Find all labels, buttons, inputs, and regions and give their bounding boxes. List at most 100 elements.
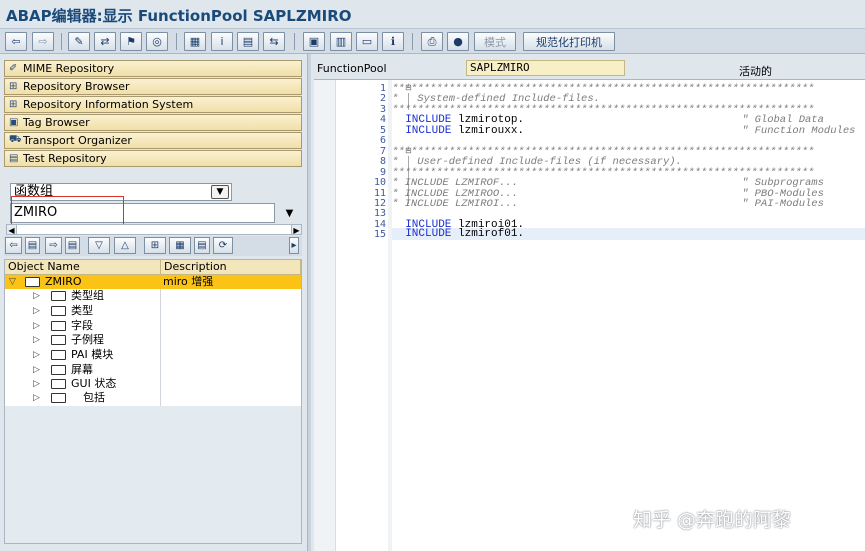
tree-back-list-icon[interactable]: ▤ [25, 237, 40, 254]
line-number: 5 [379, 124, 386, 136]
display-icon[interactable]: ▦ [169, 237, 191, 254]
breakpoint-icon[interactable]: ● [447, 32, 469, 51]
folder-icon [51, 321, 66, 331]
more-icon[interactable]: ▸ [289, 237, 299, 254]
program-object-icon[interactable]: ▤ [237, 32, 259, 51]
inline-comment: " PAI-Modules [742, 197, 824, 210]
nav-transport-organizer[interactable]: ⛟ Transport Organizer [4, 132, 302, 149]
where-used-icon[interactable]: ◎ [146, 32, 168, 51]
line-number: 6 [379, 135, 386, 147]
settings-icon[interactable]: ℹ [382, 32, 404, 51]
forward-arrow-icon[interactable]: ⇨ [32, 32, 54, 51]
tree-back-icon[interactable]: ⇦ [5, 237, 22, 254]
tree-node[interactable]: ▷ 类型 [5, 304, 301, 318]
tree-toolbar: ⇦ ▤ ⇨ ▤ ▽ △ ⊞ ▦ ▤ ⟳ ▸ [4, 236, 302, 256]
collapsed-toggle-icon[interactable]: ▷ [33, 319, 40, 333]
line-number: 11 [373, 187, 386, 199]
other-object-icon[interactable]: ⇄ [94, 32, 116, 51]
watermark: 知乎 @奔跑的阿黎 [633, 509, 792, 531]
object-history-dropdown-icon[interactable]: ▼ [277, 203, 302, 223]
pretty-printer-icon[interactable]: ⎙ [421, 32, 443, 51]
comment-text: * INCLUDE LZMIROI... [392, 197, 519, 210]
tree-node[interactable]: ▷ PAI 模块 [5, 348, 301, 362]
inline-comment: " Function Modules [742, 124, 856, 137]
line-number: 3 [379, 103, 386, 115]
nav-test-repository[interactable]: ▤ Test Repository [4, 150, 302, 167]
line-number: 10 [373, 177, 386, 189]
help-icon[interactable]: ▭ [356, 32, 378, 51]
line-numbers: 1 2 3 4 5 6 7 8 9 10 11 12 13 14 15 ⊟ ⊟ [336, 80, 412, 551]
hierarchy-icon[interactable]: ⊞ [144, 237, 166, 254]
program-name-field: SAPLZMIRO [466, 60, 625, 76]
back-arrow-icon[interactable]: ⇦ [5, 32, 27, 51]
nav-repository-info-system[interactable]: ⊞ Repository Information System [4, 96, 302, 113]
worklist-icon[interactable]: ▤ [194, 237, 210, 254]
code-line[interactable]: INCLUDE lzmirof01. [392, 228, 865, 241]
code-area[interactable]: ****************************************… [392, 80, 865, 551]
tree-node[interactable]: ▷ 字段 [5, 319, 301, 333]
code-line[interactable]: INCLUDE lzmirouxx. " Function Modules [392, 125, 855, 136]
line-number: 1 [379, 83, 386, 94]
object-tree: Object Name Description ▽ ZMIRO miro 增强 … [4, 259, 302, 544]
collapsed-toggle-icon[interactable]: ▷ [33, 333, 40, 347]
folder-icon [51, 291, 66, 301]
nav-tag-browser[interactable]: ▣ Tag Browser [4, 114, 302, 131]
collapsed-toggle-icon[interactable]: ▷ [33, 289, 40, 303]
inline-comment: " PBO-Modules [742, 187, 824, 200]
tree-node[interactable]: ▷ GUI 状态 [5, 377, 301, 391]
inline-comment: " Subprograms [742, 177, 824, 190]
chevron-down-icon[interactable]: ▼ [211, 185, 229, 199]
expand-icon[interactable]: △ [114, 237, 136, 254]
folder-icon [51, 365, 66, 375]
code-line[interactable]: * INCLUDE LZMIROI... " PAI-Modules [392, 197, 824, 210]
line-number: 9 [379, 166, 386, 178]
scroll-right-icon[interactable]: ▶ [291, 224, 302, 235]
line-number: 13 [373, 208, 386, 220]
folder-icon [51, 393, 66, 403]
expanded-toggle-icon[interactable]: ▽ [9, 275, 16, 289]
pretty-printer-button[interactable]: 规范化打印机 [523, 32, 615, 51]
folder-icon [51, 350, 66, 360]
collapse-icon[interactable]: ▽ [88, 237, 110, 254]
refresh-icon[interactable]: ⟳ [213, 237, 233, 254]
inline-comment: " Global Data [742, 114, 824, 127]
collapsed-toggle-icon[interactable]: ▷ [33, 304, 40, 318]
column-header-object-name[interactable]: Object Name [5, 260, 161, 275]
display-object-list-icon[interactable]: ▦ [184, 32, 206, 51]
layout-icon[interactable]: ▣ [303, 32, 325, 51]
tree-node[interactable]: ▷ 屏幕 [5, 363, 301, 377]
navigation-window-icon[interactable]: ⇆ [263, 32, 285, 51]
collapsed-toggle-icon[interactable]: ▷ [33, 348, 40, 362]
status-label: 活动的 [739, 65, 772, 78]
editor-left-gutter [314, 80, 336, 551]
pane-splitter[interactable] [307, 54, 311, 551]
column-header-description[interactable]: Description [161, 260, 301, 275]
tree-node[interactable]: ▷ 类型组 [5, 289, 301, 303]
toggle-edit-icon[interactable]: ✎ [68, 32, 90, 51]
collapsed-toggle-icon[interactable]: ▷ [33, 391, 40, 405]
code-editor[interactable]: 1 2 3 4 5 6 7 8 9 10 11 12 13 14 15 ⊟ ⊟ ****************… [314, 79, 865, 551]
tree-root-node[interactable]: ▽ ZMIRO miro 增强 [5, 275, 301, 289]
highlight-box [11, 196, 124, 225]
tree-node[interactable]: ▷ 子例程 [5, 333, 301, 347]
horizontal-scrollbar[interactable]: ◀ ▶ [6, 224, 302, 235]
repository-info-icon: ⊞ [9, 99, 18, 110]
line-number: 15 [373, 229, 386, 241]
collapsed-toggle-icon[interactable]: ▷ [33, 377, 40, 391]
activate-icon[interactable]: ⚑ [120, 32, 142, 51]
tree-forward-list-icon[interactable]: ▤ [65, 237, 80, 254]
nav-repository-browser[interactable]: ⊞ Repository Browser [4, 78, 302, 95]
folder-icon [51, 306, 66, 316]
scroll-left-icon[interactable]: ◀ [6, 224, 17, 235]
folder-icon [51, 335, 66, 345]
include-name: lzmirof01. [458, 228, 525, 241]
split-screen-icon[interactable]: ▥ [330, 32, 352, 51]
application-toolbar: ⇦ ⇨ ✎ ⇄ ⚑ ◎ ▦ i ▤ ⇆ ▣ ▥ ▭ ℹ ⎙ ● 模式 规范化打印… [0, 28, 865, 54]
collapsed-toggle-icon[interactable]: ▷ [33, 363, 40, 377]
tree-node[interactable]: ▷ 包括 [5, 391, 301, 405]
line-number: 7 [379, 145, 386, 157]
tree-forward-icon[interactable]: ⇨ [45, 237, 62, 254]
mode-button[interactable]: 模式 [474, 32, 516, 51]
nav-mime-repository[interactable]: ✐ MIME Repository [4, 60, 302, 77]
info-icon[interactable]: i [211, 32, 233, 51]
